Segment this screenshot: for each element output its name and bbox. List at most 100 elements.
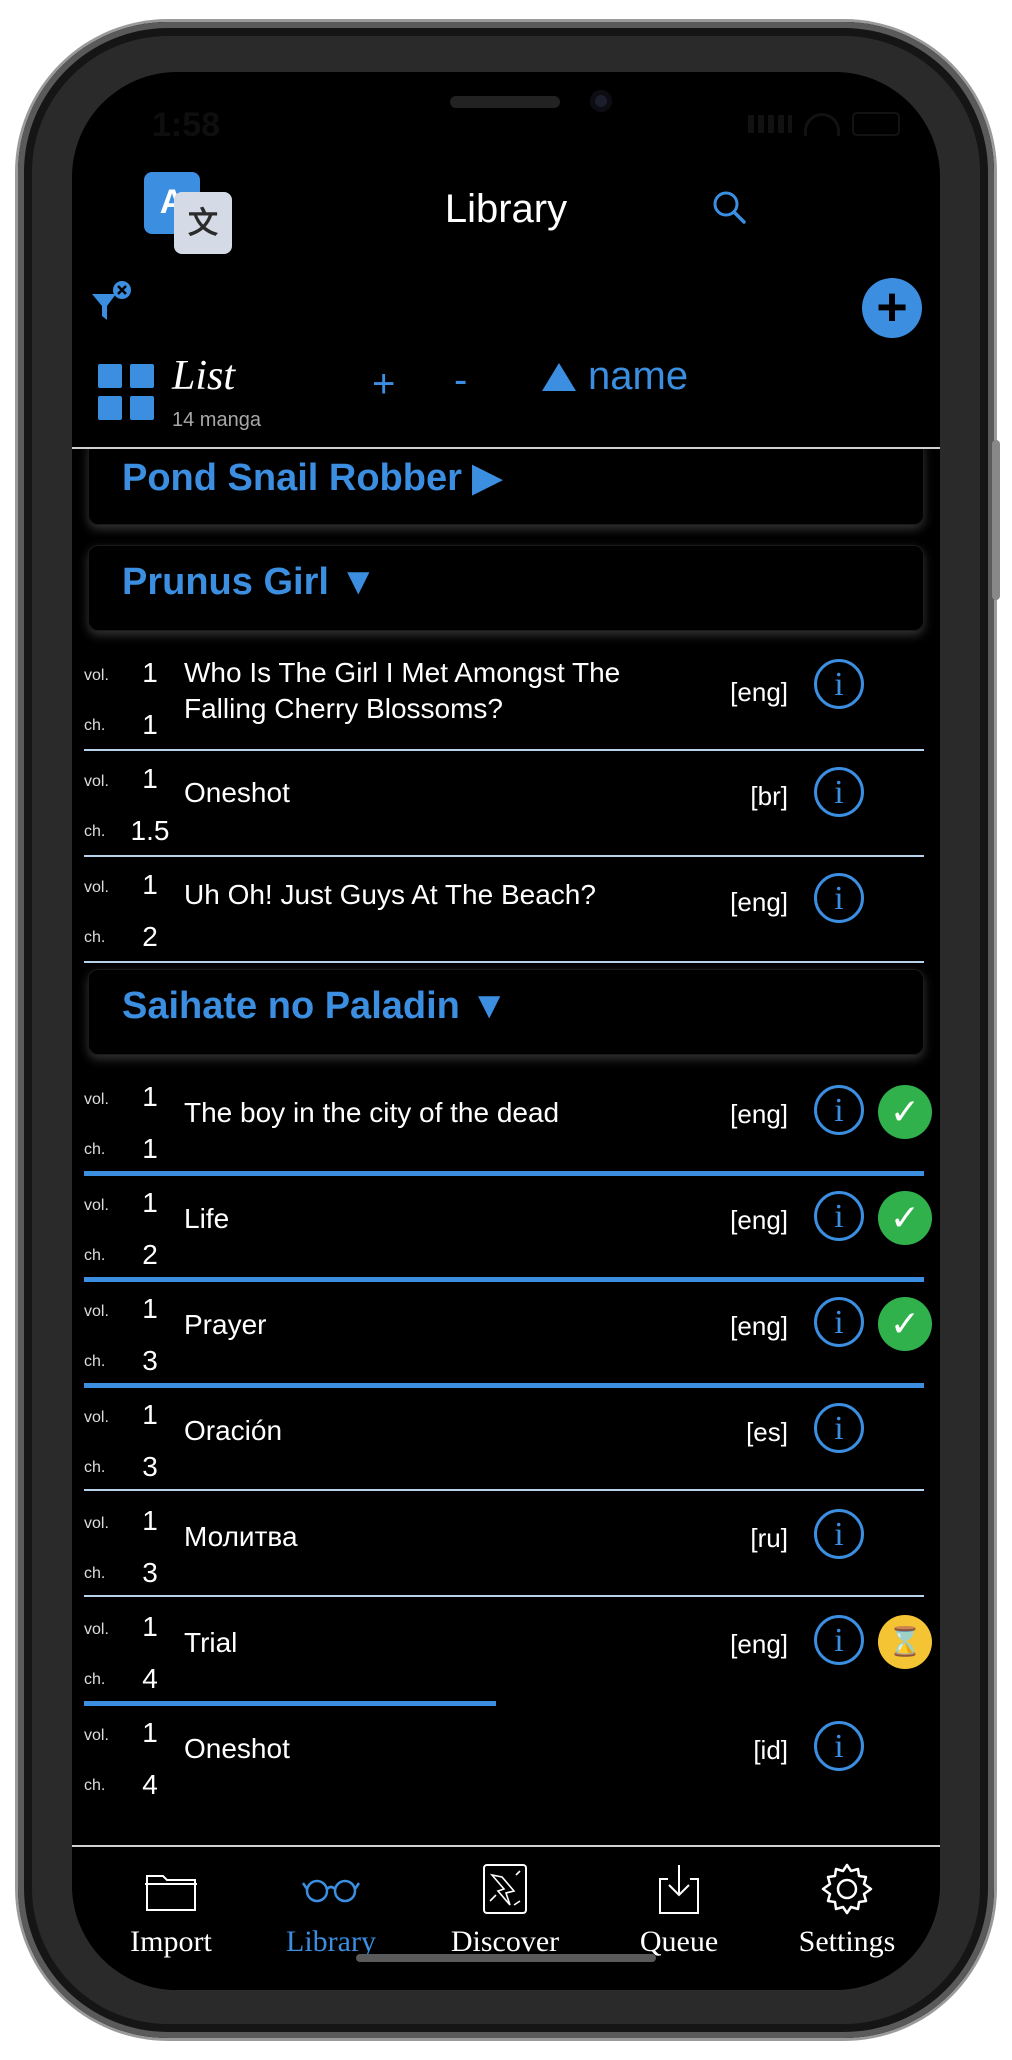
vol-number: 1 <box>142 1717 158 1748</box>
clear-filter-icon[interactable] <box>90 280 134 324</box>
chapter-title: Life <box>184 1203 230 1234</box>
row-separator <box>84 1595 924 1597</box>
vol-number: 1 <box>142 869 158 900</box>
tab-label: Settings <box>798 1925 896 1958</box>
discover-icon <box>430 1859 580 1919</box>
tab-settings[interactable]: Settings <box>772 1859 922 1959</box>
chapter-row[interactable]: vol. 1 ch. 1.5 Oneshot [br] i <box>84 751 924 855</box>
vol-label: vol. <box>84 1727 109 1744</box>
ch-number: 2 <box>142 921 158 952</box>
chapter-row[interactable]: vol. 1 ch. 3 Prayer [eng] i ✓ <box>84 1281 932 1385</box>
tab-queue[interactable]: Queue <box>604 1859 754 1959</box>
vol-label: vol. <box>84 1197 109 1214</box>
sort-ascending-icon <box>542 363 576 391</box>
search-icon[interactable] <box>712 190 746 224</box>
vol-label: vol. <box>84 879 109 896</box>
vol-number: 1 <box>142 1399 158 1430</box>
downloaded-check-icon: ✓ <box>878 1191 932 1245</box>
chapter-title: Uh Oh! Just Guys At The Beach? <box>184 879 596 910</box>
vol-label: vol. <box>84 1091 109 1108</box>
chapter-row[interactable]: vol. 1 ch. 3 Oración [es] i <box>84 1387 924 1491</box>
ch-label: ch. <box>84 1247 106 1264</box>
vol-label: vol. <box>84 773 109 790</box>
language-tag: [eng] <box>730 1629 788 1659</box>
info-icon[interactable]: i <box>814 1615 864 1665</box>
sort-label: name <box>588 354 689 398</box>
zoom-in-button[interactable]: + <box>372 362 395 407</box>
chapter-title: Trial <box>184 1627 238 1658</box>
vol-label: vol. <box>84 1621 109 1638</box>
info-icon[interactable]: i <box>814 1509 864 1559</box>
grid-view-icon[interactable] <box>98 364 154 420</box>
info-icon[interactable]: i <box>814 873 864 923</box>
view-title[interactable]: List <box>172 352 235 400</box>
camera <box>590 90 612 112</box>
chapter-row[interactable]: vol. 1 ch. 1 Who Is The Girl I Met Amongst… <box>84 645 924 749</box>
chapter-row[interactable]: vol. 1 ch. 2 Uh Oh! Just Guys At The Beach… <box>84 857 924 961</box>
hourglass-icon: ⌛ <box>878 1615 932 1669</box>
app-screen: 1:58 A 文 Library + List 14 manga + - nam… <box>72 72 940 1990</box>
info-icon[interactable]: i <box>814 767 864 817</box>
ch-number: 3 <box>142 1557 158 1588</box>
vol-number: 1 <box>142 1505 158 1536</box>
info-icon[interactable]: i <box>814 659 864 709</box>
chapter-title: Who Is The Girl I Met Amongst The Fallin… <box>184 657 621 724</box>
info-icon[interactable]: i <box>814 1297 864 1347</box>
ch-label: ch. <box>84 929 106 946</box>
download-tray-icon <box>604 1859 754 1919</box>
sort-button[interactable]: name <box>542 354 688 399</box>
chapter-title: Prayer <box>184 1309 267 1340</box>
ch-label: ch. <box>84 1671 106 1688</box>
ch-label: ch. <box>84 717 106 734</box>
status-icons <box>748 112 900 136</box>
vol-label: vol. <box>84 1515 109 1532</box>
folder-icon <box>96 1859 246 1919</box>
chapter-title: Oración <box>184 1415 283 1446</box>
add-button[interactable]: + <box>862 278 922 338</box>
ch-number: 2 <box>142 1239 158 1270</box>
chapter-row[interactable]: vol. 1 ch. 1 The boy in the city of the de… <box>84 1069 932 1173</box>
row-separator <box>84 1489 924 1491</box>
speaker <box>450 96 560 108</box>
ch-number: 1 <box>142 709 158 740</box>
ch-number: 1.5 <box>130 815 170 846</box>
side-button <box>992 440 1000 600</box>
group-title: Saihate no Paladin ▼ <box>122 985 509 1027</box>
ch-number: 1 <box>142 1133 158 1164</box>
chapter-row[interactable]: vol. 1 ch. 4 Oneshot [id] i <box>84 1705 924 1809</box>
zoom-out-button[interactable]: - <box>454 358 467 403</box>
tab-import[interactable]: Import <box>96 1859 246 1959</box>
library-list[interactable]: Pond Snail Robber ▶ Prunus Girl ▼ vol. 1 … <box>72 449 940 1844</box>
chapter-row[interactable]: vol. 1 ch. 4 Trial [eng] i ⌛ <box>84 1599 932 1703</box>
language-tag: [eng] <box>730 887 788 917</box>
vol-number: 1 <box>142 1611 158 1642</box>
chapter-row[interactable]: vol. 1 ch. 3 Молитва [ru] i <box>84 1493 924 1597</box>
tab-label: Import <box>130 1925 212 1958</box>
status-time: 1:58 <box>152 106 221 144</box>
tab-library[interactable]: Library <box>256 1859 406 1959</box>
glasses-icon <box>256 1859 406 1919</box>
info-icon[interactable]: i <box>814 1403 864 1453</box>
group-header-saihate-no-paladin[interactable]: Saihate no Paladin ▼ <box>88 969 924 1055</box>
language-tag: [id] <box>753 1735 788 1765</box>
group-header-prunus-girl[interactable]: Prunus Girl ▼ <box>88 545 924 631</box>
ch-number: 4 <box>142 1769 158 1800</box>
info-icon[interactable]: i <box>814 1085 864 1135</box>
ch-label: ch. <box>84 1141 106 1158</box>
tab-discover[interactable]: Discover <box>430 1859 580 1959</box>
ch-label: ch. <box>84 1459 106 1476</box>
language-tag: [eng] <box>730 677 788 707</box>
language-tag: [eng] <box>730 1099 788 1129</box>
battery-icon <box>852 112 900 136</box>
chapter-title: Oneshot <box>184 1733 290 1764</box>
ch-label: ch. <box>84 823 106 840</box>
language-tag: [ru] <box>750 1523 788 1553</box>
page-title: Library <box>444 187 568 231</box>
ch-label: ch. <box>84 1353 106 1370</box>
info-icon[interactable]: i <box>814 1191 864 1241</box>
chapter-row[interactable]: vol. 1 ch. 2 Life [eng] i ✓ <box>84 1175 932 1279</box>
ch-number: 4 <box>142 1663 158 1694</box>
vol-number: 1 <box>142 1293 158 1324</box>
info-icon[interactable]: i <box>814 1721 864 1771</box>
group-header-pond-snail-robber[interactable]: Pond Snail Robber ▶ <box>88 449 924 525</box>
